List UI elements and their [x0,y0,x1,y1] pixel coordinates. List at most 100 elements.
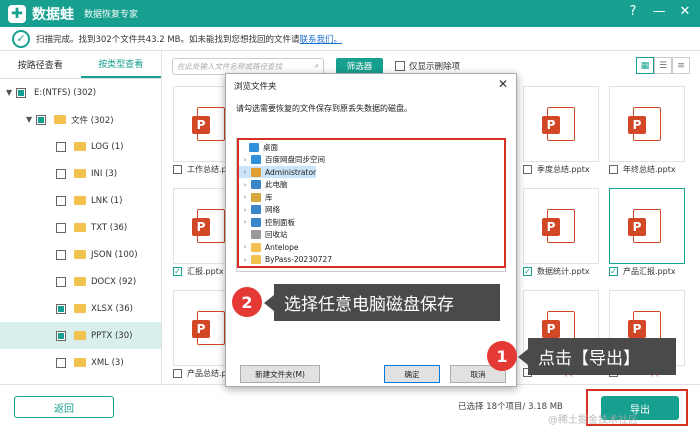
deleted-only-label: 仅显示删除项 [409,62,461,72]
close-icon[interactable]: ✕ [676,4,694,19]
file-checkbox[interactable] [609,165,618,174]
folder-icon [74,250,86,259]
back-button[interactable]: 返回 [14,396,114,418]
left-pane: 按路径查看 按类型查看 ▼ E:(NTFS) (302) ▼ 文件 (302) LOG … [0,51,162,384]
folder-icon [54,115,66,124]
step2-callout: 选择任意电脑磁盘保存 [274,284,500,321]
tree-checkbox[interactable] [56,357,66,368]
tree-item-label: LOG (1) [91,141,124,152]
file-card[interactable] [609,188,685,264]
file-type-tree: ▼ E:(NTFS) (302) ▼ 文件 (302) LOG (1) INI (3) LN… [0,79,161,376]
tree-checkbox[interactable] [56,222,66,233]
file-name: 产品汇报.pptx [623,267,676,276]
list-view-icon[interactable]: ☰ [654,57,672,74]
pptx-file-icon [542,209,575,243]
file-card-label: 季度总结.pptx [523,164,590,175]
new-folder-button[interactable]: 新建文件夹(M) [240,365,320,383]
tree-checkbox[interactable] [56,195,66,206]
tree-item-label: XLSX (36) [91,303,133,314]
expand-caret-icon[interactable]: ▼ [6,88,16,97]
step1-badge: 1 [487,341,517,371]
app-logo: ✚ 数据蛙 [8,4,74,24]
minimize-icon[interactable]: — [650,4,668,19]
file-checkbox[interactable] [523,165,532,174]
watermark: @稀土掘金技术社区 [548,415,638,426]
tree-checkbox[interactable] [56,249,66,260]
tree-item[interactable]: XML (3) [0,349,161,376]
search-placeholder: 在此处输入文件名称或路径查找 [177,61,282,71]
grid-view-icon[interactable]: ▦ [636,57,654,74]
file-checkbox[interactable]: ✓ [609,267,618,276]
deleted-only-toggle[interactable]: 仅显示删除项 [395,60,460,72]
window-controls: ? — ✕ [624,4,694,19]
tree-item[interactable]: LNK (1) [0,187,161,214]
tree-checkbox[interactable] [56,141,66,152]
tree-checkbox[interactable] [56,303,66,314]
folder-icon [74,196,86,205]
tree-item[interactable]: LOG (1) [0,133,161,160]
tree-item-label: LNK (1) [91,195,123,206]
folder-icon [74,358,86,367]
file-name: 数据统计.pptx [537,267,590,276]
tree-item-label: 文件 (302) [71,115,114,126]
dialog-close-icon[interactable]: ✕ [498,77,508,91]
frog-logo-icon: ✚ [8,4,26,23]
file-checkbox[interactable] [173,165,182,174]
pptx-file-icon [628,107,661,141]
tree-checkbox[interactable] [36,114,46,125]
tab-by-path[interactable]: 按路径查看 [0,51,81,78]
tab-by-type[interactable]: 按类型查看 [80,51,161,78]
pptx-file-icon [192,311,225,345]
pptx-file-icon [192,209,225,243]
folder-icon [74,331,86,340]
file-card[interactable] [523,86,599,162]
file-card[interactable] [523,188,599,264]
tree-item-label: XML (3) [91,357,124,368]
pptx-file-icon [628,209,661,243]
title-bar: ✚ 数据蛙 数据恢复专家 ? — ✕ [0,0,700,27]
detail-view-icon[interactable]: ≡ [672,57,690,74]
search-input[interactable]: 在此处输入文件名称或路径查找 ⌕ [172,57,324,75]
folder-icon [74,142,86,151]
tree-item-label: PPTX (30) [91,330,133,341]
tree-item-label: INI (3) [91,168,118,179]
pptx-file-icon [192,107,225,141]
dialog-description: 请勾选需要恢复的文件保存到原丢失数据的磁盘。 [236,104,412,113]
tree-checkbox[interactable] [16,87,26,98]
view-mode-switch: ▦ ☰ ≡ [636,57,690,74]
contact-us-link[interactable]: 联系我们。 [300,33,343,45]
tree-item[interactable]: XLSX (36) [0,295,161,322]
tree-item[interactable]: TXT (36) [0,214,161,241]
file-checkbox[interactable]: ✓ [523,267,532,276]
scan-status-bar: ✓ 扫描完成。找到302个文件共43.2 MB。如未能找到您想找回的文件请 联系… [0,27,700,51]
tree-item[interactable]: JSON (100) [0,241,161,268]
help-icon[interactable]: ? [624,4,642,19]
tree-item-label: E:(NTFS) (302) [34,87,97,98]
file-card-label: ✓ 汇报.pptx [173,266,224,277]
tree-item[interactable]: DOCX (92) [0,268,161,295]
tree-checkbox[interactable] [56,168,66,179]
step2-badge: 2 [232,287,262,317]
ok-button[interactable]: 确定 [384,365,440,383]
expand-caret-icon[interactable]: ▼ [26,115,36,124]
file-checkbox[interactable]: ✓ [173,267,182,276]
tree-checkbox[interactable] [56,330,66,341]
file-card[interactable] [609,86,685,162]
tree-item[interactable]: PPTX (30) [0,322,161,349]
filter-button[interactable]: 筛选器 [336,57,383,75]
pptx-file-icon [542,107,575,141]
file-name: 季度总结.pptx [537,165,590,174]
tree-checkbox[interactable] [56,276,66,287]
check-circle-icon: ✓ [12,29,30,48]
tree-item[interactable]: ▼ E:(NTFS) (302) [0,79,161,106]
scan-status-text: 扫描完成。找到302个文件共43.2 MB。如未能找到您想找回的文件请 [36,34,300,45]
view-tabs: 按路径查看 按类型查看 [0,51,161,79]
deleted-only-checkbox[interactable] [395,61,405,71]
search-icon[interactable]: ⌕ [315,61,319,71]
tree-item-label: TXT (36) [91,222,128,233]
file-card-label: 年终总结.pptx [609,164,676,175]
tree-item[interactable]: ▼ 文件 (302) [0,106,161,133]
tree-item[interactable]: INI (3) [0,160,161,187]
file-checkbox[interactable] [173,369,182,378]
tree-item-label: JSON (100) [91,249,138,260]
